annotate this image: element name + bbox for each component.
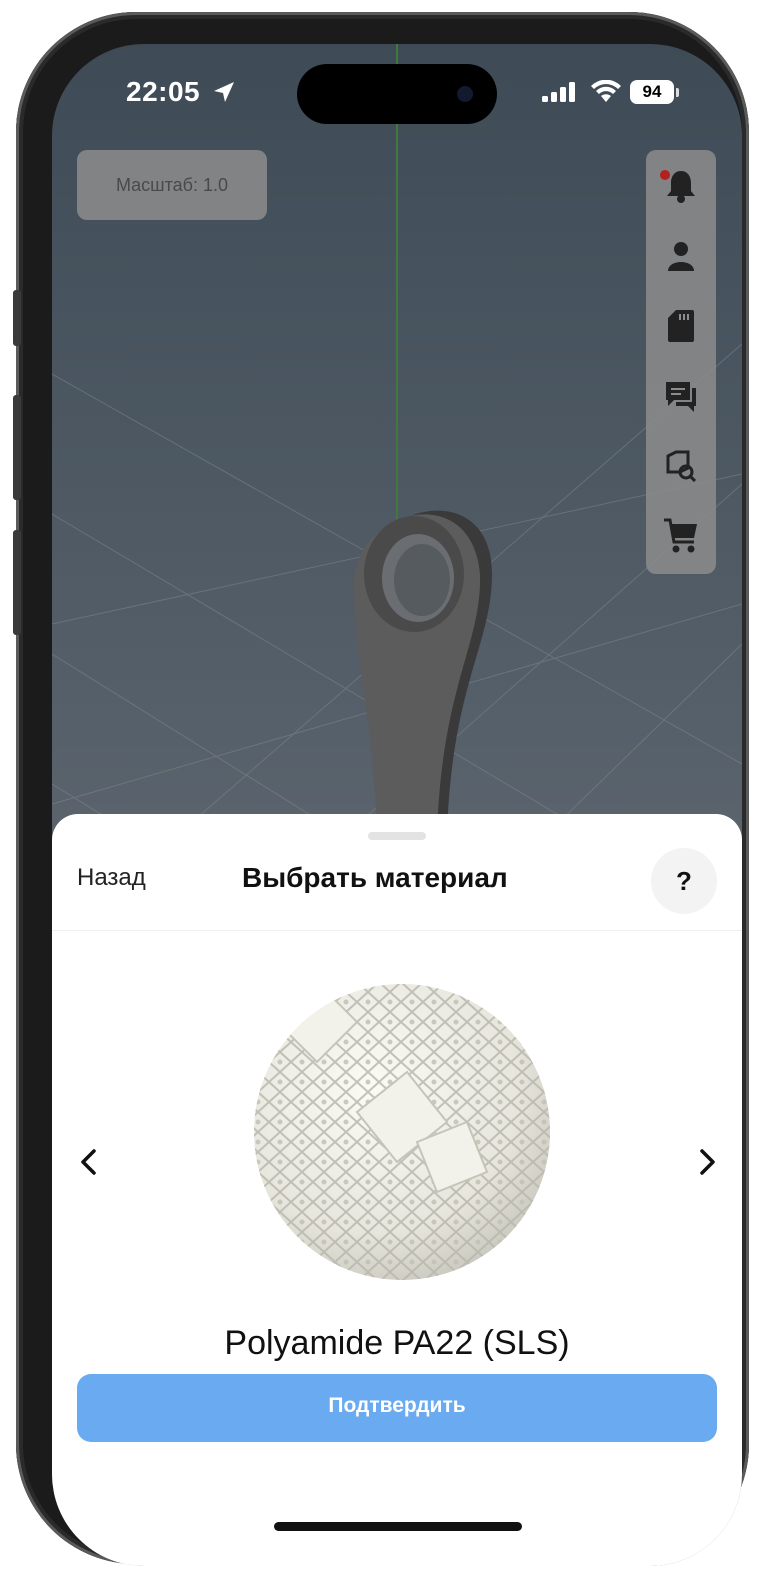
sheet-grabber[interactable]	[368, 832, 426, 840]
sheet-divider	[52, 930, 742, 931]
profile-button[interactable]	[646, 226, 716, 286]
chat-icon	[666, 382, 696, 412]
notifications-button[interactable]	[646, 156, 716, 216]
previous-material-button[interactable]	[68, 1142, 108, 1182]
cart-button[interactable]	[646, 506, 716, 566]
home-indicator[interactable]	[274, 1522, 522, 1531]
bell-icon	[667, 171, 695, 203]
chevron-left-icon	[81, 1149, 96, 1175]
action-button	[13, 290, 21, 346]
material-sheet: Назад Выбрать материал ? Polyamide PA22 …	[52, 814, 742, 1566]
notification-dot	[660, 170, 670, 180]
location-arrow-icon	[214, 82, 234, 102]
box-search-icon	[666, 450, 696, 482]
battery-tip	[676, 88, 679, 97]
cellular-signal-icon	[542, 82, 575, 102]
confirm-button[interactable]: Подтвердить	[77, 1374, 717, 1442]
3d-model-keychain[interactable]	[322, 474, 522, 834]
model-search-button[interactable]	[646, 436, 716, 496]
chat-button[interactable]	[646, 366, 716, 426]
user-icon	[668, 242, 694, 271]
scale-indicator: Масштаб: 1.0	[77, 150, 267, 220]
back-button[interactable]: Назад	[77, 864, 146, 892]
screen: 22:05 94 Масштаб: 1.0 Назад Выбрать мате…	[52, 44, 742, 1566]
battery-indicator: 94	[630, 80, 674, 104]
sd-card-icon	[668, 310, 694, 342]
viewport-toolbar	[646, 150, 716, 574]
files-button[interactable]	[646, 296, 716, 356]
next-material-button[interactable]	[688, 1142, 728, 1182]
material-preview-image	[254, 984, 550, 1280]
volume-up-button	[13, 395, 21, 500]
help-button[interactable]: ?	[651, 848, 717, 914]
wifi-icon	[591, 80, 621, 102]
status-bar: 22:05 94	[52, 74, 742, 114]
cart-icon	[664, 518, 697, 553]
material-name: Polyamide PA22 (SLS)	[224, 1324, 570, 1362]
chevron-right-icon	[700, 1149, 715, 1175]
volume-down-button	[13, 530, 21, 635]
sheet-title: Выбрать материал	[242, 862, 508, 893]
clock: 22:05	[126, 76, 201, 107]
